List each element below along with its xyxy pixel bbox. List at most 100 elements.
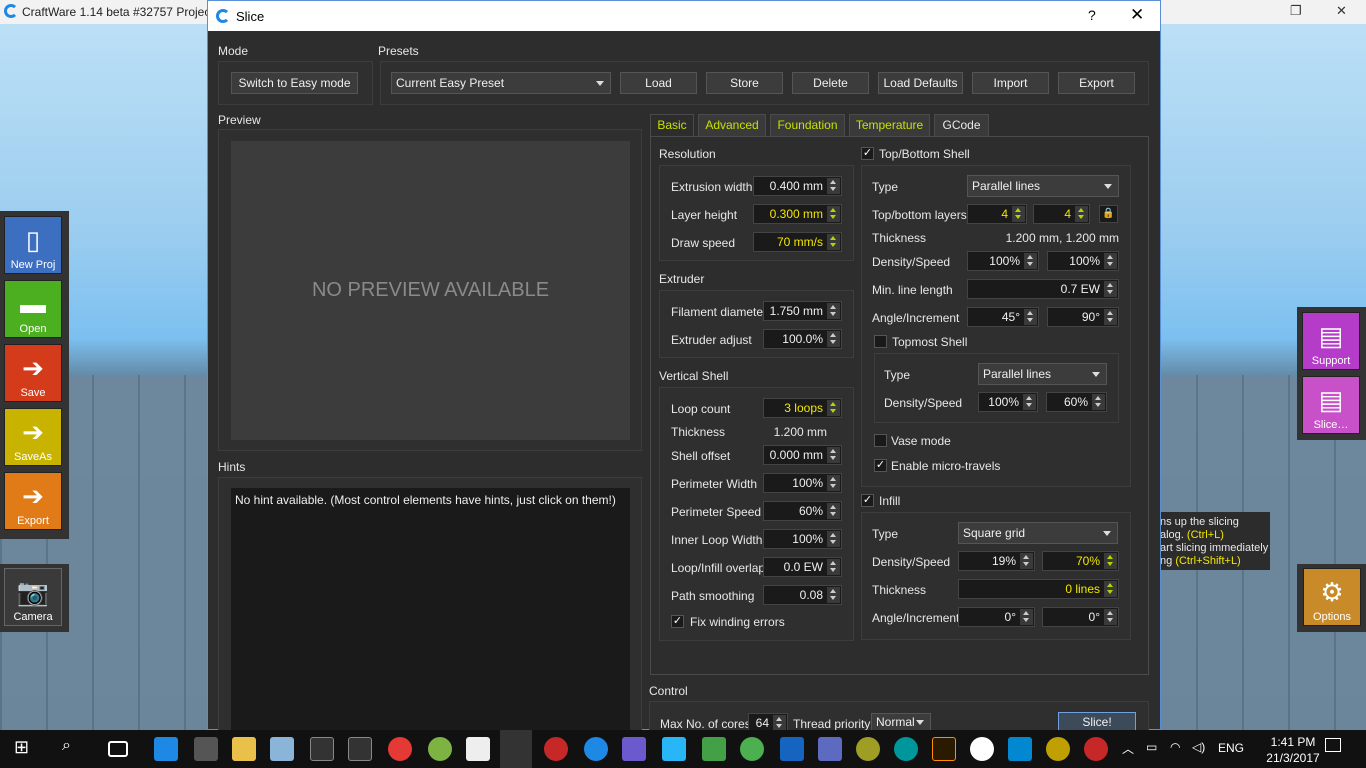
battery-icon[interactable]: ▭: [1146, 740, 1157, 754]
slice-tool-button[interactable]: ▤ Slice…: [1302, 376, 1360, 434]
spin-arrows-icon[interactable]: [827, 503, 840, 519]
volume-icon[interactable]: ◁): [1192, 740, 1205, 754]
calendar-icon[interactable]: [466, 737, 490, 761]
topmost-shell-checkbox[interactable]: [874, 335, 887, 348]
tray-chevron-icon[interactable]: ︿: [1122, 740, 1134, 757]
language-indicator[interactable]: ENG: [1218, 741, 1244, 755]
spin-arrows-icon[interactable]: [827, 303, 840, 319]
app-icon[interactable]: [818, 737, 842, 761]
infill-increment-spin[interactable]: 0°: [1042, 607, 1119, 627]
spin-arrows-icon[interactable]: [1020, 609, 1033, 625]
thread-priority-select[interactable]: Normal: [871, 713, 931, 731]
network-icon[interactable]: [780, 737, 804, 761]
vase-mode-checkbox[interactable]: [874, 434, 887, 447]
topmost-speed-spin[interactable]: 60%: [1046, 392, 1107, 412]
spin-arrows-icon[interactable]: [1104, 281, 1117, 297]
infill-speed-spin[interactable]: 70%: [1042, 551, 1119, 571]
open-button[interactable]: ▬ Open: [4, 280, 62, 338]
hp-icon[interactable]: [970, 737, 994, 761]
app-icon[interactable]: [856, 737, 880, 761]
task-view-icon[interactable]: [108, 741, 128, 757]
app-icon[interactable]: [270, 737, 294, 761]
app-icon[interactable]: [662, 737, 686, 761]
perimeter-speed-spin[interactable]: 60%: [763, 501, 842, 521]
extrusion-width-spin[interactable]: 0.400 mm: [753, 176, 842, 196]
wifi-icon[interactable]: ◠: [1170, 740, 1180, 754]
spin-arrows-icon[interactable]: [1104, 553, 1117, 569]
spin-arrows-icon[interactable]: [827, 587, 840, 603]
tab-foundation[interactable]: Foundation: [770, 114, 845, 137]
options-button[interactable]: ⚙ Options: [1303, 568, 1361, 626]
topmost-type-select[interactable]: Parallel lines: [978, 363, 1107, 385]
infill-checkbox[interactable]: ✓: [861, 494, 874, 507]
file-explorer-icon[interactable]: [232, 737, 256, 761]
save-button[interactable]: ➔ Save: [4, 344, 62, 402]
layer-height-spin[interactable]: 0.300 mm: [753, 204, 842, 224]
topmost-density-spin[interactable]: 100%: [978, 392, 1038, 412]
draw-speed-spin[interactable]: 70 mm/s: [753, 232, 842, 252]
close-button[interactable]: ✕: [1130, 5, 1144, 25]
new-project-button[interactable]: ▯ New Proj: [4, 216, 62, 274]
shell-offset-spin[interactable]: 0.000 mm: [763, 445, 842, 465]
tb-density-spin[interactable]: 100%: [967, 251, 1039, 271]
spin-arrows-icon[interactable]: [1012, 206, 1025, 222]
spin-arrows-icon[interactable]: [827, 531, 840, 547]
close-icon[interactable]: ✕: [1336, 3, 1347, 19]
save-as-button[interactable]: ➔ SaveAs: [4, 408, 62, 466]
app-icon[interactable]: [544, 737, 568, 761]
bottom-layers-spin[interactable]: 4: [1033, 204, 1090, 224]
spin-arrows-icon[interactable]: [1104, 581, 1117, 597]
infill-angle-spin[interactable]: 0°: [958, 607, 1035, 627]
app-icon[interactable]: [702, 737, 726, 761]
path-smoothing-spin[interactable]: 0.08: [763, 585, 842, 605]
min-line-length-spin[interactable]: 0.7 EW: [967, 279, 1119, 299]
spin-arrows-icon[interactable]: [827, 559, 840, 575]
infill-thickness-spin[interactable]: 0 lines: [958, 579, 1119, 599]
fix-winding-checkbox[interactable]: ✓: [671, 615, 684, 628]
spin-arrows-icon[interactable]: [1104, 609, 1117, 625]
tab-temperature[interactable]: Temperature: [849, 114, 930, 137]
export-tool-button[interactable]: ➔ Export: [4, 472, 62, 530]
tab-basic[interactable]: Basic: [650, 114, 694, 137]
app-icon[interactable]: [584, 737, 608, 761]
filament-diameter-spin[interactable]: 1.750 mm: [763, 301, 842, 321]
restore-icon[interactable]: ❐: [1290, 3, 1302, 19]
spin-arrows-icon[interactable]: [827, 178, 840, 194]
inner-loop-width-spin[interactable]: 100%: [763, 529, 842, 549]
craftware-taskbar-icon[interactable]: [500, 730, 532, 768]
store-icon[interactable]: [194, 737, 218, 761]
app-icon[interactable]: [622, 737, 646, 761]
arduino-icon[interactable]: [894, 737, 918, 761]
support-button[interactable]: ▤ Support: [1302, 312, 1360, 370]
spin-arrows-icon[interactable]: [1023, 394, 1036, 410]
app-icon[interactable]: [1046, 737, 1070, 761]
infill-density-spin[interactable]: 19%: [958, 551, 1035, 571]
help-button[interactable]: ?: [1088, 7, 1096, 23]
perimeter-width-spin[interactable]: 100%: [763, 473, 842, 493]
spin-arrows-icon[interactable]: [1024, 309, 1037, 325]
terminal-icon[interactable]: [348, 737, 372, 761]
terminal-icon[interactable]: [310, 737, 334, 761]
windows-start-icon[interactable]: ⊞: [14, 737, 38, 761]
search-icon[interactable]: ⌕: [62, 737, 86, 761]
store-button[interactable]: Store: [706, 72, 783, 94]
load-button[interactable]: Load: [620, 72, 697, 94]
spin-arrows-icon[interactable]: [827, 234, 840, 250]
tb-speed-spin[interactable]: 100%: [1047, 251, 1119, 271]
switch-easy-mode-button[interactable]: Switch to Easy mode: [231, 72, 358, 94]
micro-travels-checkbox[interactable]: ✓: [874, 459, 887, 472]
tb-increment-spin[interactable]: 90°: [1047, 307, 1119, 327]
tab-gcode[interactable]: GCode: [934, 114, 989, 137]
delete-button[interactable]: Delete: [792, 72, 869, 94]
spin-arrows-icon[interactable]: [1024, 253, 1037, 269]
edge-icon[interactable]: [154, 737, 178, 761]
loop-count-spin[interactable]: 3 loops: [763, 398, 842, 418]
spin-arrows-icon[interactable]: [1092, 394, 1105, 410]
loop-infill-overlap-spin[interactable]: 0.0 EW: [763, 557, 842, 577]
spin-arrows-icon[interactable]: [827, 206, 840, 222]
load-defaults-button[interactable]: Load Defaults: [878, 72, 963, 94]
spin-arrows-icon[interactable]: [827, 400, 840, 416]
spin-arrows-icon[interactable]: [827, 331, 840, 347]
spin-arrows-icon[interactable]: [827, 447, 840, 463]
chrome-icon[interactable]: [388, 737, 412, 761]
